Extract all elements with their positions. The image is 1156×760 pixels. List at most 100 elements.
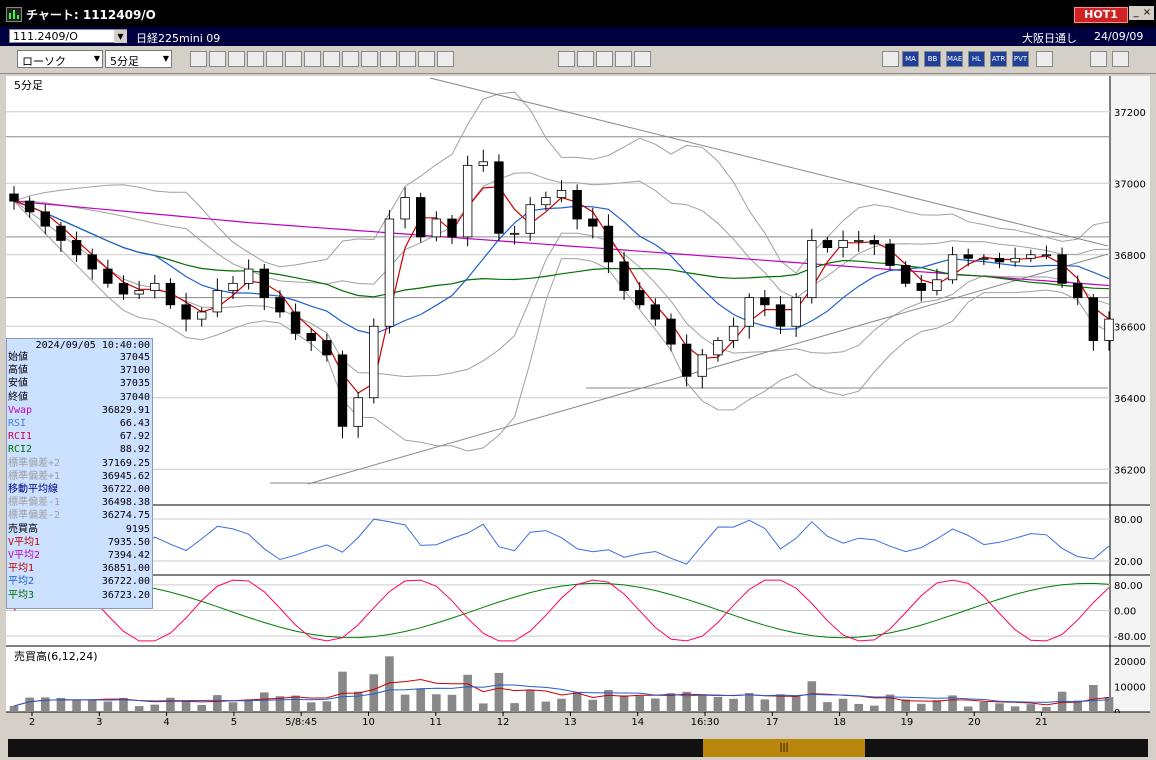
- volume-bar: [103, 701, 113, 712]
- volume-label: 売買高(6,12,24): [14, 649, 98, 663]
- candle: [40, 211, 50, 227]
- datapanel-label: 売買高: [8, 523, 38, 535]
- volume-bar: [776, 694, 785, 712]
- candle: [71, 240, 82, 256]
- rci-axis-label: 0.00: [1114, 607, 1136, 618]
- title-bar: チャート: 1112409/O HOT1 _ ×: [0, 0, 1156, 27]
- datapanel-row: 標準偏差+1 36945.62: [7, 471, 152, 482]
- volume-bar: [744, 693, 754, 712]
- price-chart[interactable]: 37200370003680036600364003620080.0020.00…: [0, 74, 1156, 738]
- rci-axis-label: 80.00: [1114, 581, 1143, 592]
- datapanel-label: 平均1: [8, 563, 35, 575]
- volume-bar: [40, 697, 50, 712]
- close-icon[interactable]: ×: [1140, 6, 1154, 20]
- datapanel-label: 標準偏差-2: [8, 510, 61, 522]
- lock-icon[interactable]: [634, 51, 651, 67]
- price-axis-label: 36200: [1114, 465, 1146, 476]
- brush-icon[interactable]: [418, 51, 435, 67]
- marker-icon[interactable]: [361, 51, 378, 67]
- volume-bar: [697, 694, 707, 712]
- candle: [494, 161, 504, 234]
- candle: [400, 197, 410, 220]
- candle: [869, 240, 880, 245]
- datapanel-value: 37035: [119, 378, 150, 390]
- candle: [556, 190, 567, 198]
- datapanel-label: 高値: [8, 365, 28, 377]
- code-dropdown-arrow-icon[interactable]: ▼: [114, 30, 127, 43]
- zoom-icon[interactable]: [577, 51, 594, 67]
- log-icon[interactable]: [1090, 51, 1107, 67]
- cursor-icon[interactable]: [266, 51, 283, 67]
- volume-bar: [463, 674, 472, 712]
- candle: [228, 282, 238, 291]
- candle: [728, 325, 739, 341]
- datapanel-label: 安値: [8, 378, 28, 390]
- chevron-down-icon: ▼: [93, 54, 100, 63]
- hand-icon[interactable]: [558, 51, 575, 67]
- candle: [322, 340, 332, 356]
- undo-icon[interactable]: [285, 51, 302, 67]
- datapanel-label: 平均2: [8, 576, 35, 588]
- indicator-ma-button[interactable]: MA: [902, 51, 919, 67]
- x-axis-label: 19: [901, 717, 914, 728]
- memo-icon[interactable]: [304, 51, 321, 67]
- palette-icon[interactable]: [437, 51, 454, 67]
- candle: [353, 397, 363, 427]
- grid-icon[interactable]: [342, 51, 359, 67]
- candle: [963, 254, 973, 259]
- volume-bar: [1042, 706, 1051, 712]
- volume-bar: [760, 699, 770, 712]
- hline-icon[interactable]: [247, 51, 264, 67]
- volume-bar: [166, 697, 175, 712]
- indicator-atr-button[interactable]: ATR: [990, 51, 1007, 67]
- datapanel-label: 標準偏差+2: [8, 457, 61, 469]
- volume-bar: [541, 701, 551, 712]
- indicator-pvt-button[interactable]: PVT: [1012, 51, 1029, 67]
- candle: [212, 290, 223, 313]
- pen-icon[interactable]: [228, 51, 245, 67]
- price-axis-label: 36800: [1114, 251, 1146, 262]
- export-icon[interactable]: [1112, 51, 1129, 67]
- timeframe-select[interactable]: 5分足 ▼: [105, 50, 172, 68]
- indicator-bb-button[interactable]: BB: [924, 51, 941, 67]
- volume-bar: [729, 698, 738, 712]
- volume-bar: [259, 692, 269, 712]
- candle: [416, 197, 426, 238]
- datapanel-row: V平均2 7394.42: [7, 550, 152, 561]
- bars-icon[interactable]: [399, 51, 416, 67]
- trash-icon[interactable]: [323, 51, 340, 67]
- scroll-thumb[interactable]: |||: [703, 739, 865, 757]
- volume-bar: [400, 694, 410, 712]
- datapanel-label: 始値: [8, 352, 28, 363]
- volume-bar: [322, 701, 332, 712]
- hot-badge[interactable]: HOT1: [1074, 7, 1128, 23]
- window-icon[interactable]: [1036, 51, 1053, 67]
- candle: [619, 261, 629, 291]
- chart-type-select[interactable]: ローソク ▼: [17, 50, 103, 68]
- candle: [947, 254, 958, 281]
- candle: [134, 290, 144, 295]
- info-date: 24/09/09: [1094, 30, 1144, 43]
- volume-bar: [791, 695, 801, 712]
- volume-bar: [134, 706, 144, 712]
- table-icon[interactable]: [882, 51, 899, 67]
- price-axis-label: 37000: [1114, 179, 1146, 190]
- balance-icon[interactable]: [615, 51, 632, 67]
- app-chart-icon: [6, 7, 22, 22]
- window-title: チャート: 1112409/O: [26, 8, 156, 22]
- x-axis-label: 18: [833, 717, 846, 728]
- crosshair-icon[interactable]: [209, 51, 226, 67]
- indicator-hl-button[interactable]: HL: [968, 51, 985, 67]
- volume-bar: [338, 671, 347, 712]
- candle: [1104, 318, 1114, 341]
- chart-scrollbar[interactable]: [8, 739, 1148, 757]
- x-axis-label: 10: [362, 717, 375, 728]
- candle: [994, 257, 1005, 263]
- search-icon[interactable]: [190, 51, 207, 67]
- chart-icon[interactable]: [596, 51, 613, 67]
- code-input[interactable]: [9, 29, 127, 43]
- datapanel-label: V平均1: [8, 536, 41, 548]
- all-button[interactable]: [380, 51, 397, 67]
- indicator-mae-button[interactable]: MAE: [946, 51, 963, 67]
- candle: [462, 164, 473, 238]
